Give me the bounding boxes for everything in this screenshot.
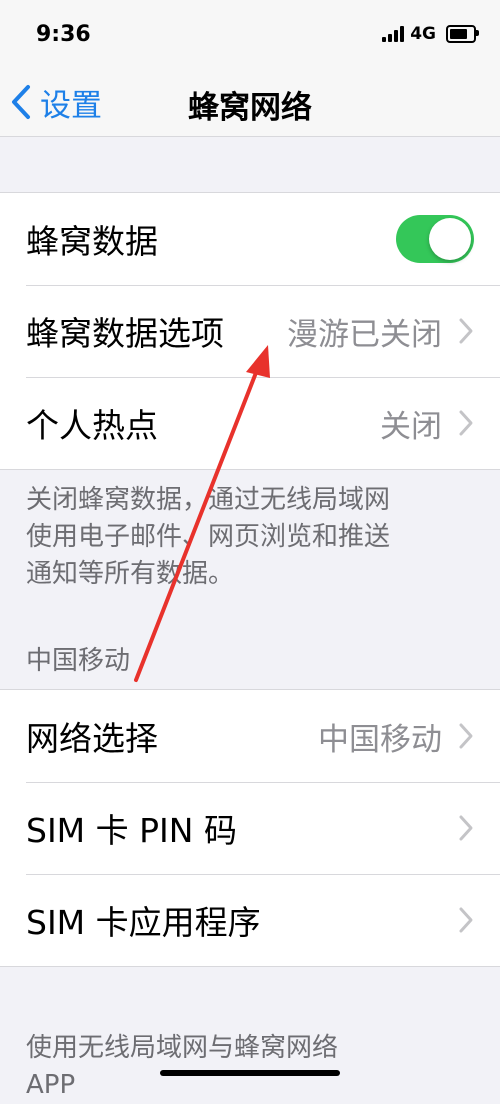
chevron-right-icon	[459, 318, 473, 344]
footnote-line: 使用无线局域网与蜂窝网络	[26, 1033, 339, 1063]
battery-icon	[446, 25, 479, 43]
home-indicator	[160, 1070, 340, 1076]
footnote-line: 关闭蜂窝数据，通过无线局域网	[26, 485, 391, 515]
network-selection-label: 网络选择	[26, 719, 158, 758]
network-selection-row[interactable]: 网络选择 中国移动	[0, 690, 500, 782]
sim-applications-row[interactable]: SIM 卡应用程序	[0, 874, 500, 966]
chevron-right-icon	[459, 410, 473, 436]
cellular-data-options-value: 漫游已关闭	[287, 316, 442, 353]
status-time: 9:36	[36, 22, 91, 47]
cellular-data-row: 蜂窝数据	[0, 193, 500, 285]
status-bar: 9:36 4G	[0, 0, 500, 70]
toggle-knob	[429, 218, 471, 260]
personal-hotspot-label: 个人热点	[26, 406, 158, 445]
chevron-right-icon	[459, 723, 473, 749]
cellular-data-options-row[interactable]: 蜂窝数据选项 漫游已关闭	[0, 285, 500, 377]
signal-strength-icon	[382, 26, 405, 42]
navigation-bar: 设置 蜂窝网络	[0, 70, 500, 137]
sim-pin-label: SIM 卡 PIN 码	[26, 811, 237, 850]
personal-hotspot-row[interactable]: 个人热点 关闭	[0, 377, 500, 469]
network-type: 4G	[410, 24, 436, 44]
sim-applications-label: SIM 卡应用程序	[26, 903, 261, 942]
cellular-data-options-label: 蜂窝数据选项	[26, 314, 224, 353]
wlan-cellular-footnote: 使用无线局域网与蜂窝网络 APP	[26, 1030, 466, 1104]
page-title: 蜂窝网络	[188, 90, 312, 126]
carrier-section-header: 中国移动	[26, 646, 131, 676]
cellular-settings-group: 蜂窝数据 蜂窝数据选项 漫游已关闭 个人热点 关闭	[0, 192, 500, 470]
cellular-data-footnote: 关闭蜂窝数据，通过无线局域网 使用电子邮件、网页浏览和推送 通知等所有数据。	[26, 482, 466, 593]
chevron-right-icon	[459, 907, 473, 933]
cellular-data-label: 蜂窝数据	[26, 222, 158, 261]
sim-pin-row[interactable]: SIM 卡 PIN 码	[0, 782, 500, 874]
network-selection-value: 中国移动	[318, 721, 442, 758]
footnote-line: 通知等所有数据。	[26, 559, 235, 589]
cellular-data-toggle[interactable]	[396, 215, 474, 263]
footnote-line: 使用电子邮件、网页浏览和推送	[26, 522, 391, 552]
carrier-settings-group: 网络选择 中国移动 SIM 卡 PIN 码 SIM 卡应用程序	[0, 689, 500, 967]
personal-hotspot-value: 关闭	[380, 408, 442, 445]
chevron-right-icon	[459, 815, 473, 841]
status-indicators: 4G	[382, 24, 479, 44]
battery-level	[450, 29, 467, 39]
